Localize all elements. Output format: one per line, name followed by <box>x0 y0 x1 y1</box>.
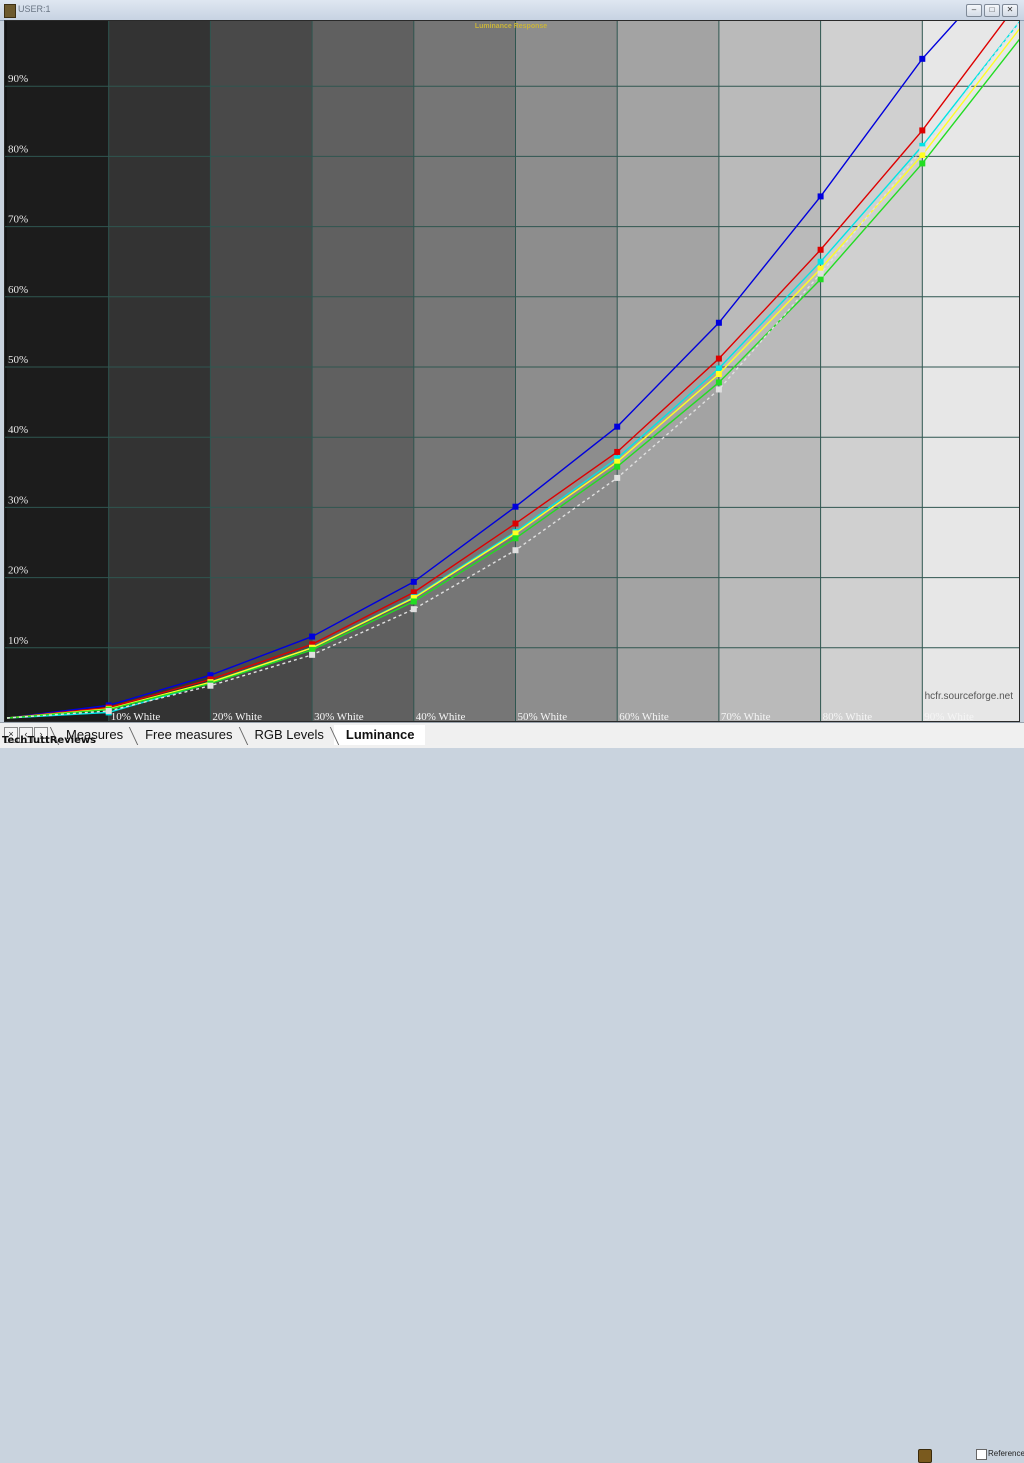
data-point <box>817 258 824 265</box>
x-tick-label: 70% White <box>721 711 771 722</box>
x-tick-label: 50% White <box>518 711 568 722</box>
reference-checkbox[interactable] <box>976 1449 987 1460</box>
gray-band <box>210 21 314 721</box>
window-title: USER:1 <box>18 4 51 14</box>
app-icon <box>4 4 16 18</box>
data-point <box>715 355 722 362</box>
data-point <box>105 707 112 714</box>
y-tick-label: 70% <box>8 214 28 226</box>
data-point <box>919 55 926 62</box>
data-point <box>715 371 722 378</box>
y-tick-label: 20% <box>8 565 28 577</box>
data-point <box>512 503 519 510</box>
close-button[interactable]: ✕ <box>1002 4 1018 17</box>
gray-band <box>108 21 212 721</box>
data-point <box>410 578 417 585</box>
y-tick-label: 50% <box>8 354 28 366</box>
y-tick-label: 90% <box>8 73 28 85</box>
data-point <box>715 365 722 372</box>
window-controls: – □ ✕ <box>966 4 1018 17</box>
data-point <box>715 379 722 386</box>
x-tick-label: 40% White <box>416 711 466 722</box>
data-point <box>512 520 519 527</box>
data-point <box>512 535 519 542</box>
x-tick-label: 60% White <box>619 711 669 722</box>
data-point <box>817 193 824 200</box>
data-point <box>410 606 417 613</box>
gray-band <box>515 21 619 721</box>
y-tick-label: 40% <box>8 424 28 436</box>
gray-band <box>7 21 110 721</box>
data-point <box>614 423 621 430</box>
data-point <box>207 682 214 689</box>
gray-band <box>413 21 517 721</box>
window-titlebar: USER:1 – □ ✕ <box>0 0 1024 21</box>
data-point <box>919 160 926 167</box>
data-point <box>817 270 824 277</box>
data-point <box>817 246 824 253</box>
data-point <box>919 127 926 134</box>
y-tick-label: 10% <box>8 635 28 647</box>
sheet-tabs: Measures Free measures RGB Levels Lumina… <box>54 725 425 745</box>
data-point <box>817 276 824 283</box>
y-tick-label: 60% <box>8 284 28 296</box>
x-tick-label: 90% White <box>924 711 974 722</box>
data-point <box>512 547 519 554</box>
tab-rgb-levels[interactable]: RGB Levels <box>243 725 334 745</box>
x-tick-label: 80% White <box>823 711 873 722</box>
data-point <box>614 463 621 470</box>
minimize-button[interactable]: – <box>966 4 982 17</box>
data-point <box>309 633 316 640</box>
gray-band <box>312 21 415 721</box>
tab-luminance[interactable]: Luminance <box>333 725 425 745</box>
status-icon <box>918 1449 932 1463</box>
reference-label: Reference <box>988 1449 1024 1458</box>
y-tick-label: 30% <box>8 494 28 506</box>
chart-title: Luminance Response <box>475 23 547 30</box>
tab-free-measures[interactable]: Free measures <box>133 725 242 745</box>
data-point <box>715 386 722 393</box>
chart-canvas: 10% 20% 30% 40% 50% 60% 70% 80% 90% 10% White 20% … <box>5 21 1019 722</box>
data-point <box>715 319 722 326</box>
y-tick-label: 80% <box>8 143 28 155</box>
data-point <box>309 651 316 658</box>
gray-band <box>718 21 822 721</box>
site-watermark: TechTuttReviews <box>2 735 97 746</box>
luminance-chart: 10% 20% 30% 40% 50% 60% 70% 80% 90% 10% White 20% … <box>4 20 1020 722</box>
sheet-tab-bar: × ‹ › Measures Free measures RGB Levels … <box>0 722 1024 1463</box>
data-point <box>614 448 621 455</box>
data-point <box>410 598 417 605</box>
x-tick-label: 10% White <box>111 711 161 722</box>
x-tick-label: 20% White <box>212 711 262 722</box>
chart-watermark: hcfr.sourceforge.net <box>925 691 1014 702</box>
x-tick-label: 30% White <box>314 711 364 722</box>
restore-button[interactable]: □ <box>984 4 1000 17</box>
data-point <box>614 474 621 481</box>
data-point <box>919 146 926 153</box>
